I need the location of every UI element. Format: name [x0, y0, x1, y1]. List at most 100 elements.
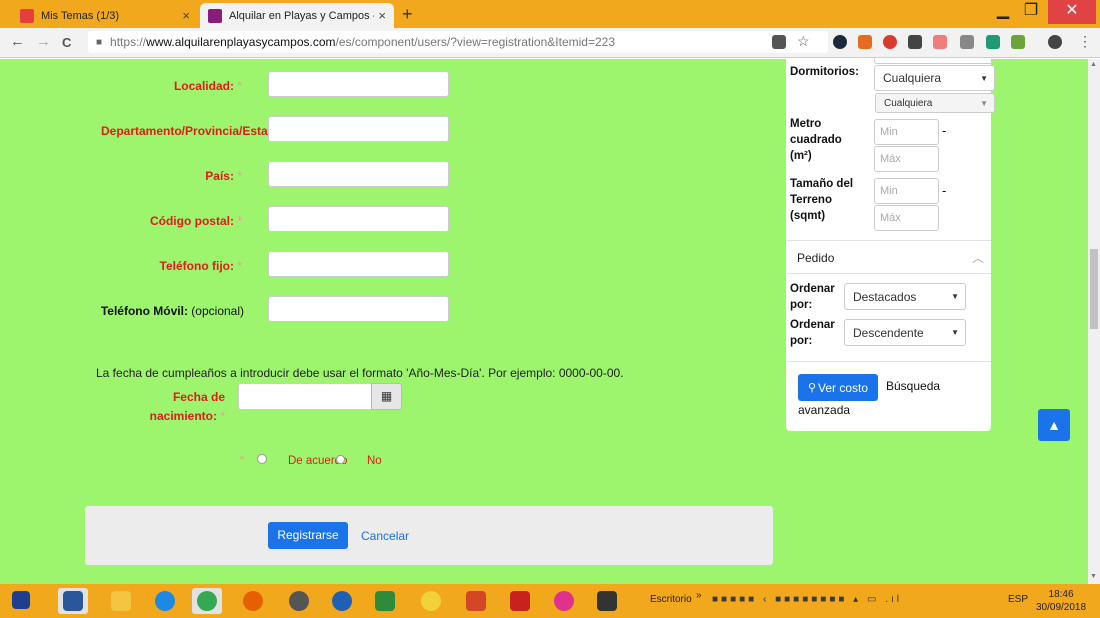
extension-8-icon[interactable] [1011, 35, 1025, 49]
fecha-nacimiento-input[interactable] [238, 383, 372, 410]
form-actions: Registrarse Cancelar [85, 506, 773, 565]
back-button[interactable]: ← [10, 33, 25, 50]
ordenar-direccion-label: Ordenar por: [790, 319, 835, 347]
windows-start-icon[interactable] [6, 588, 36, 614]
scroll-up-icon[interactable]: ▲ [1090, 61, 1097, 68]
terms-agree-radio[interactable] [257, 454, 267, 464]
dormitorios-select[interactable]: Cualquiera ▼ [874, 65, 995, 91]
ordenar-por-label: Ordenar por: [790, 283, 835, 311]
dark-app-icon[interactable] [592, 588, 622, 614]
tab-title: Mis Temas (1/3) [41, 9, 120, 22]
browser-menu-icon[interactable]: ⋮ [1078, 33, 1092, 50]
system-tray-icons[interactable]: ■■■■■ ‹ ■■■■■■■■ ▴ ▭ .ıl [712, 594, 902, 605]
localidad-input[interactable] [268, 71, 449, 97]
terreno-label: Tamaño del Terreno (sqmt) [790, 178, 854, 222]
range-dash: - [942, 123, 947, 138]
scroll-to-top-button[interactable]: ▲ [1038, 409, 1070, 441]
extension-5-icon[interactable] [933, 35, 947, 49]
window-close-button[interactable]: ✕ [1048, 0, 1096, 24]
scrollbar-thumb[interactable] [1090, 249, 1098, 329]
word-icon[interactable] [58, 588, 88, 614]
tab-close-icon[interactable]: × [378, 8, 386, 23]
pais-label: País: * [205, 169, 242, 183]
red-app-icon[interactable] [505, 588, 535, 614]
settings-app-icon[interactable] [416, 588, 446, 614]
tab-close-icon[interactable]: × [182, 8, 190, 23]
calendar-icon[interactable]: ▦ [371, 383, 402, 410]
register-button[interactable]: Registrarse [268, 522, 348, 549]
maximize-button[interactable]: ❐ [1014, 0, 1048, 24]
url-scheme: https:// [110, 35, 147, 49]
range-dash: - [942, 183, 947, 198]
taskbar-clock[interactable]: 18:46 30/09/2018 [1036, 588, 1086, 614]
ordenar-por-select[interactable]: Destacados ▼ [844, 283, 966, 310]
metro-min-input[interactable]: Min [874, 119, 939, 145]
extension-7-icon[interactable] [986, 35, 1000, 49]
firefox-icon[interactable] [238, 588, 268, 614]
wamp-icon[interactable] [549, 588, 579, 614]
codigo-postal-input[interactable] [268, 206, 449, 232]
forward-button[interactable]: → [36, 33, 51, 50]
extension-4-icon[interactable] [908, 35, 922, 49]
pais-input[interactable] [268, 161, 449, 187]
lock-icon: ■ [96, 36, 103, 48]
telefono-fijo-input[interactable] [268, 251, 449, 277]
site-settings-icon[interactable] [772, 35, 786, 49]
internet-explorer-icon[interactable] [150, 588, 180, 614]
tab-mis-temas[interactable]: Mis Temas (1/3) × [12, 3, 198, 28]
pedido-heading[interactable]: Pedido [797, 251, 834, 265]
divider [786, 240, 991, 241]
terms-disagree-label: No [367, 455, 382, 467]
cut-off-select [874, 59, 995, 64]
tab-title: Alquilar en Playas y Campos - Al [229, 9, 375, 22]
desktop-toolbar-label[interactable]: Escritorio [650, 594, 692, 605]
telefono-movil-input[interactable] [268, 296, 449, 322]
new-tab-button[interactable]: + [402, 4, 413, 25]
search-filter-panel: Dormitorios: Cualquiera ▼ Cualquiera ▼ Met… [786, 59, 995, 431]
presentation-app-icon[interactable] [461, 588, 491, 614]
dormitorios-select-secondary[interactable]: Cualquiera ▼ [875, 93, 995, 113]
language-indicator[interactable]: ESP [1008, 594, 1028, 605]
extension-2-icon[interactable] [858, 35, 872, 49]
departamento-label: Departamento/Provincia/Estad [101, 124, 268, 138]
telefono-movil-label: Teléfono Móvil: (opcional) [100, 304, 244, 318]
departamento-input[interactable] [268, 116, 449, 142]
busqueda-avanzada-link[interactable]: Búsqueda [886, 379, 940, 393]
store-icon[interactable] [370, 588, 400, 614]
profile-avatar-icon[interactable] [1048, 35, 1062, 49]
address-bar[interactable]: ■ https:// www.alquilarenplayasycampos.c… [88, 31, 828, 53]
busqueda-avanzada-link-cont[interactable]: avanzada [798, 403, 850, 417]
browser-toolbar: ← → C ■ https:// www.alquilarenplayasyca… [0, 28, 1100, 58]
thunderbird-icon[interactable] [327, 588, 357, 614]
taskbar: Escritorio » ■■■■■ ‹ ■■■■■■■■ ▴ ▭ .ıl ES… [0, 584, 1100, 618]
telefono-fijo-label: Teléfono fijo: * [159, 259, 242, 273]
url-path: /es/component/users/?view=registration&I… [335, 35, 616, 49]
metro-cuadrado-label: Metro cuadrado (m²) [790, 118, 842, 162]
chrome-icon[interactable] [192, 588, 222, 614]
search-icon: ⚲ [807, 382, 817, 394]
tab-alquilar[interactable]: Alquilar en Playas y Campos - Al × [200, 3, 394, 28]
metro-max-input[interactable]: Máx [874, 146, 939, 172]
terreno-max-input[interactable]: Máx [874, 205, 939, 231]
extension-1-icon[interactable] [833, 35, 847, 49]
terms-disagree-radio[interactable] [336, 455, 345, 464]
arrow-up-icon: ▲ [1047, 417, 1061, 433]
fecha-nacimiento-field: ▦ [238, 383, 402, 410]
divider [786, 361, 991, 362]
tab-strip: Mis Temas (1/3) × Alquilar en Playas y C… [0, 0, 1100, 28]
chevron-up-icon[interactable]: ︿ [972, 249, 984, 266]
reload-button[interactable]: C [62, 35, 71, 50]
terreno-min-input[interactable]: Min [874, 178, 939, 204]
cancel-link[interactable]: Cancelar [361, 529, 409, 543]
app-pro-icon[interactable] [284, 588, 314, 614]
codigo-postal-label: Código postal: * [149, 214, 242, 228]
scroll-down-icon[interactable]: ▼ [1090, 573, 1097, 580]
page-scrollbar[interactable]: ▲ ▼ [1088, 59, 1100, 584]
file-explorer-icon[interactable] [106, 588, 136, 614]
extension-3-icon[interactable] [883, 35, 897, 49]
chevron-right-icon[interactable]: » [696, 590, 702, 601]
ver-costo-button[interactable]: ⚲ Ver costo [798, 374, 878, 401]
bookmark-star-icon[interactable]: ☆ [797, 33, 810, 50]
ordenar-direccion-select[interactable]: Descendente ▼ [844, 319, 966, 346]
extension-6-icon[interactable] [960, 35, 974, 49]
